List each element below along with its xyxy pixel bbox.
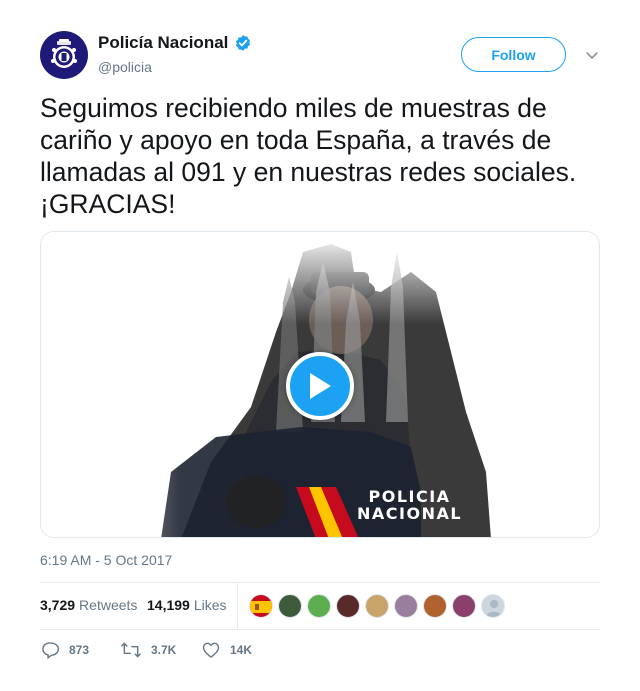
stats-separator	[237, 583, 238, 629]
liker-avatar-default[interactable]	[481, 594, 505, 618]
like-button[interactable]: 14K	[201, 640, 252, 660]
tweet-text: Seguimos recibiendo miles de muestras de…	[40, 93, 577, 219]
likes-label: Likes	[193, 597, 227, 613]
retweets-label: Retweets	[79, 597, 138, 613]
retweet-icon	[121, 642, 141, 658]
tweet-stats: 3,729 Retweets 14,199 Likes	[40, 583, 600, 629]
author-name[interactable]: Policía Nacional	[98, 33, 228, 53]
likes-stat[interactable]: 14,199 Likes	[147, 597, 227, 613]
author-handle[interactable]: @policia	[98, 59, 152, 75]
reply-button[interactable]: 873	[40, 640, 89, 660]
spain-flag-icon	[250, 595, 272, 617]
tweet-timestamp[interactable]: 6:19 AM - 5 Oct 2017	[40, 552, 172, 568]
verified-badge-icon	[236, 35, 251, 51]
liker-avatar[interactable]	[249, 594, 273, 618]
retweet-button[interactable]: 3.7K	[120, 640, 176, 660]
retweets-count: 3,729	[40, 597, 76, 613]
like-count: 14K	[230, 643, 253, 657]
tweet-header: Policía Nacional @policia Follow	[40, 31, 600, 81]
liker-avatar[interactable]	[452, 594, 476, 618]
tweet-actions: 873 3.7K 14K	[40, 640, 600, 662]
divider-bottom	[40, 629, 600, 630]
liker-avatar[interactable]	[423, 594, 447, 618]
heart-icon	[202, 642, 220, 658]
reply-icon	[42, 642, 60, 659]
liker-avatar[interactable]	[365, 594, 389, 618]
video-logo-text: POLICIA NACIONAL	[357, 488, 462, 522]
reply-count: 873	[69, 643, 90, 657]
logo-line-1: POLICIA	[368, 487, 451, 506]
video-media[interactable]: POLICIA NACIONAL	[40, 231, 600, 538]
logo-line-2: NACIONAL	[357, 504, 463, 523]
liker-avatar[interactable]	[336, 594, 360, 618]
likers-avatars	[249, 594, 510, 618]
follow-button[interactable]: Follow	[461, 37, 566, 72]
retweets-stat[interactable]: 3,729 Retweets	[40, 597, 137, 613]
avatar[interactable]	[40, 31, 88, 79]
author-name-row: Policía Nacional	[98, 33, 252, 53]
police-badge-icon	[51, 39, 77, 68]
liker-avatar[interactable]	[394, 594, 418, 618]
play-icon	[310, 373, 331, 399]
likes-count: 14,199	[147, 597, 190, 613]
play-button[interactable]	[286, 352, 354, 420]
liker-avatar[interactable]	[307, 594, 331, 618]
retweet-count: 3.7K	[151, 643, 177, 657]
liker-avatar[interactable]	[278, 594, 302, 618]
chevron-down-icon[interactable]	[584, 47, 600, 63]
default-user-icon	[486, 600, 502, 617]
